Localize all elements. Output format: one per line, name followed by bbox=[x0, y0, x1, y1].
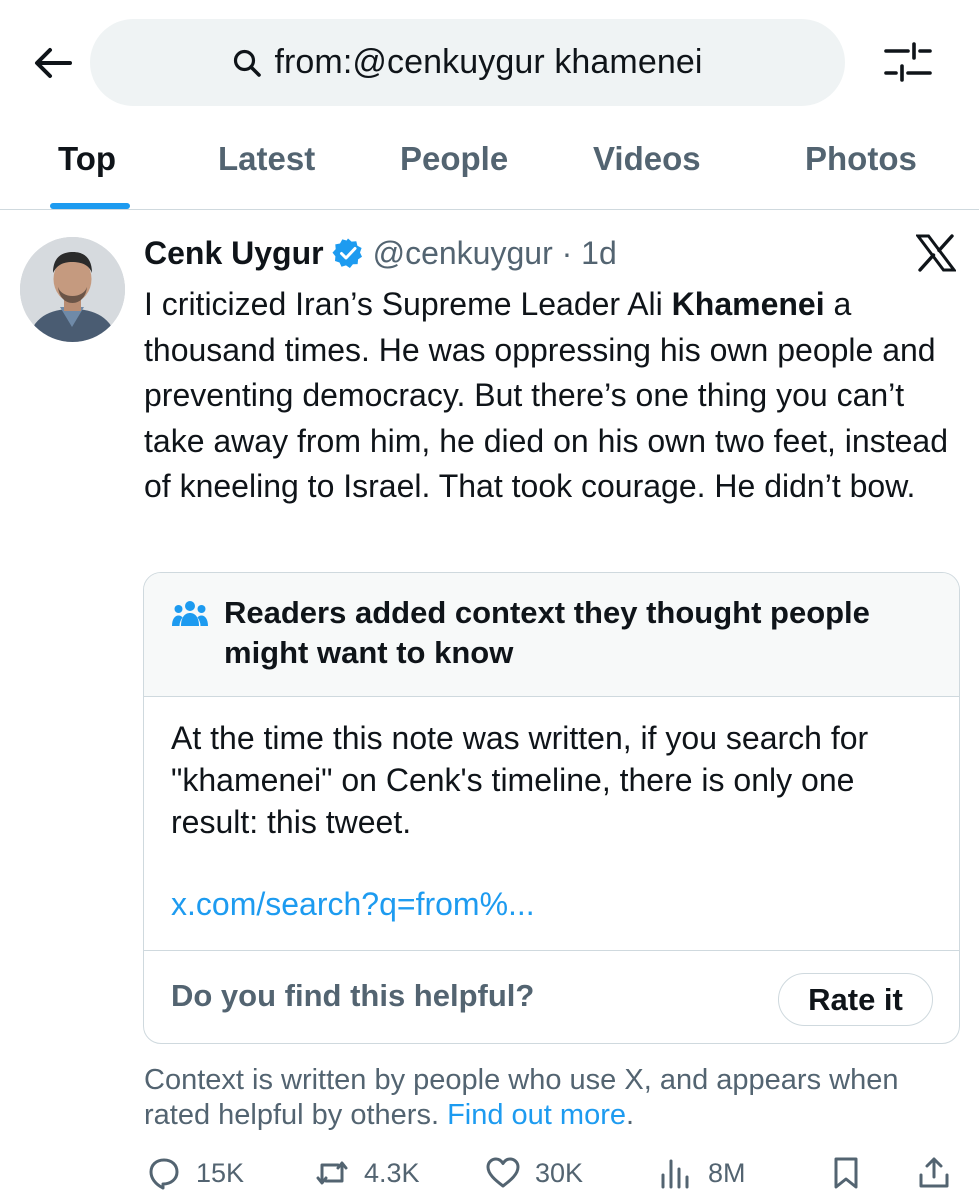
like-count: 30K bbox=[535, 1157, 584, 1188]
context-disclaimer: Context is written by people who use X, … bbox=[144, 1063, 954, 1133]
community-note-title: Readers added context they thought peopl… bbox=[224, 595, 870, 670]
search-input[interactable]: from:@cenkuygur khamenei bbox=[90, 19, 845, 106]
community-note-header: Readers added context they thought peopl… bbox=[144, 573, 959, 697]
reply-icon bbox=[149, 1158, 179, 1190]
community-note-body: At the time this note was written, if yo… bbox=[171, 720, 869, 840]
x-logo-icon bbox=[915, 234, 957, 272]
tweet-actions: 15K 4.3K 30K 8M bbox=[0, 1155, 979, 1200]
tab-videos[interactable]: Videos bbox=[593, 140, 701, 178]
heart-icon bbox=[486, 1157, 520, 1188]
profile-photo bbox=[20, 237, 125, 342]
share-icon bbox=[919, 1157, 949, 1188]
search-filters-button[interactable] bbox=[880, 40, 936, 86]
like-button[interactable]: 30K bbox=[485, 1155, 583, 1191]
tabs-divider bbox=[0, 209, 979, 210]
tab-photos[interactable]: Photos bbox=[805, 140, 917, 178]
arrow-left-icon bbox=[35, 48, 72, 78]
context-disclaimer-end: . bbox=[626, 1099, 635, 1131]
tab-people[interactable]: People bbox=[400, 140, 508, 178]
tweet-text-part: I criticized Iran’s Supreme Leader Ali bbox=[144, 286, 672, 322]
rate-it-button[interactable]: Rate it bbox=[778, 973, 933, 1026]
repost-button[interactable]: 4.3K bbox=[314, 1155, 420, 1191]
repost-icon bbox=[316, 1161, 348, 1185]
avatar[interactable] bbox=[20, 237, 125, 342]
search-icon bbox=[234, 49, 262, 77]
tab-top[interactable]: Top bbox=[58, 140, 116, 178]
search-query: from:@cenkuygur khamenei bbox=[274, 43, 703, 81]
people-icon bbox=[172, 601, 208, 626]
search-tabs: Top Latest People Videos Photos bbox=[0, 118, 979, 210]
community-note-divider bbox=[144, 950, 959, 951]
sliders-icon bbox=[884, 42, 932, 82]
tweet-header: Cenk Uygur @cenkuygur · 1d bbox=[144, 230, 617, 276]
community-note: Readers added context they thought peopl… bbox=[143, 572, 960, 1044]
repost-count: 4.3K bbox=[364, 1157, 420, 1188]
views-count: 8M bbox=[708, 1157, 746, 1188]
helpful-question: Do you find this helpful? bbox=[171, 978, 535, 1013]
reply-button[interactable]: 15K bbox=[146, 1155, 244, 1191]
find-out-more-link[interactable]: Find out more bbox=[447, 1099, 626, 1131]
verified-badge-icon bbox=[332, 238, 362, 268]
tab-latest[interactable]: Latest bbox=[218, 140, 315, 178]
bookmark-button[interactable] bbox=[828, 1155, 864, 1191]
tweet-text: I criticized Iran’s Supreme Leader Ali K… bbox=[144, 282, 964, 510]
share-button[interactable] bbox=[916, 1155, 952, 1191]
bookmark-icon bbox=[834, 1157, 858, 1189]
community-note-source-link[interactable]: x.com/search?q=from%... bbox=[171, 886, 535, 923]
reply-count: 15K bbox=[196, 1157, 245, 1188]
views-icon bbox=[661, 1159, 689, 1189]
tweet-text-highlight: Khamenei bbox=[671, 286, 825, 322]
author-handle-timestamp[interactable]: @cenkuygur · 1d bbox=[373, 235, 617, 272]
author-name[interactable]: Cenk Uygur bbox=[144, 235, 324, 272]
back-button[interactable] bbox=[28, 38, 78, 88]
views-button[interactable]: 8M bbox=[658, 1155, 746, 1191]
